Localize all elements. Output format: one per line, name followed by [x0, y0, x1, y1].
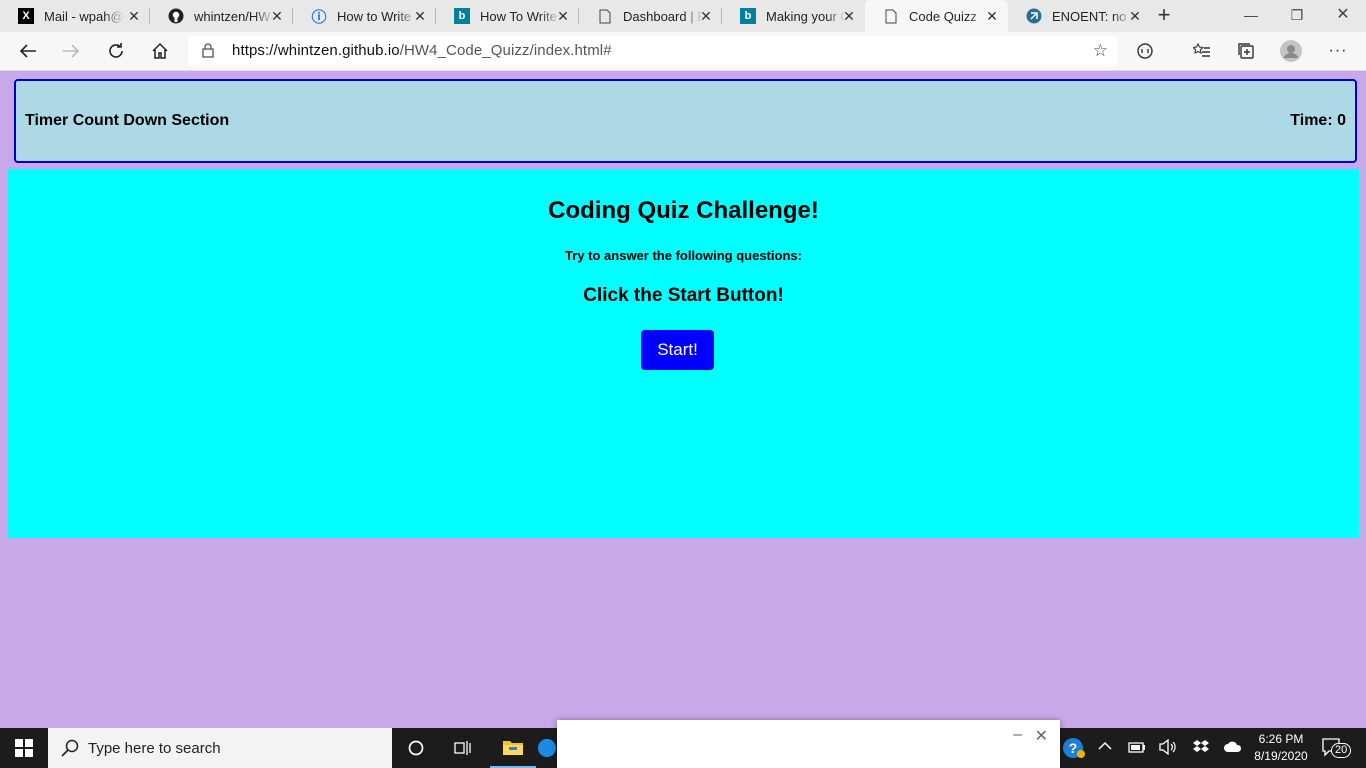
reading-view-icon[interactable] [1131, 38, 1159, 64]
tab-close-icon[interactable]: ✕ [1127, 8, 1143, 24]
timer-display: Time: 0 [1290, 112, 1346, 129]
restore-window-button[interactable]: ❐ [1274, 0, 1320, 32]
bing-icon: b [454, 8, 470, 24]
tab-close-icon[interactable]: ✕ [126, 8, 142, 24]
browser-tab[interactable]: ⓘ How to Write ✕ [293, 0, 436, 32]
cortana-icon[interactable] [393, 728, 439, 768]
profile-avatar-icon[interactable] [1277, 38, 1305, 64]
tab-close-icon[interactable]: ✕ [555, 8, 571, 24]
windows-start-button[interactable] [0, 728, 48, 768]
address-bar[interactable]: https://whintzen.github.io/HW4_Code_Quiz… [188, 36, 1118, 66]
onedrive-cloud-icon[interactable] [1223, 741, 1243, 756]
tab-title: Making your C [766, 8, 846, 24]
clock-date: 8/19/2020 [1254, 749, 1308, 763]
task-view-icon[interactable] [440, 728, 486, 768]
tab-title: How to Write [337, 8, 412, 24]
browser-tab[interactable]: Dashboard | B ✕ [579, 0, 722, 32]
settings-more-icon[interactable]: ··· [1324, 38, 1352, 64]
tab-title: Dashboard | B [623, 8, 703, 24]
new-tab-button[interactable]: + [1152, 4, 1176, 28]
forward-button[interactable] [57, 38, 85, 64]
url-host: https://whintzen.github.io [232, 42, 400, 59]
minimize-window-button[interactable]: — [1228, 0, 1274, 32]
tab-title: whintzen/HW4 [194, 8, 274, 24]
floating-popup-window[interactable]: – ✕ [557, 720, 1060, 768]
quiz-container: Coding Quiz Challenge! Try to answer the… [8, 169, 1359, 538]
back-button[interactable] [14, 38, 42, 64]
notification-count: 20 [1331, 743, 1352, 758]
url-path: /HW4_Code_Quizz/index.html# [399, 42, 612, 59]
tab-title: Mail - wpah@ [44, 8, 124, 24]
github-icon [168, 8, 184, 24]
page-icon [597, 8, 613, 24]
search-placeholder: Type here to search [88, 740, 221, 757]
browser-tab[interactable]: whintzen/HW4 ✕ [150, 0, 293, 32]
windows-logo-icon [15, 739, 33, 757]
browser-tab[interactable]: b Making your C ✕ [722, 0, 865, 32]
favorites-list-icon[interactable] [1188, 38, 1216, 64]
file-explorer-icon[interactable] [490, 728, 536, 768]
info-icon: ⓘ [311, 8, 327, 26]
search-icon [60, 738, 80, 763]
tab-close-icon[interactable]: ✕ [698, 8, 714, 24]
url-text: https://whintzen.github.io/HW4_Code_Quiz… [232, 42, 612, 59]
tab-title: Code Quizz [909, 8, 977, 24]
browser-toolbar: https://whintzen.github.io/HW4_Code_Quiz… [0, 32, 1366, 71]
browser-tab[interactable]: ENOENT: no s ✕ [1008, 0, 1151, 32]
refresh-button[interactable] [102, 38, 130, 64]
tab-close-icon[interactable]: ✕ [412, 8, 428, 24]
action-center-icon[interactable]: 20 [1320, 736, 1352, 760]
svg-text:?: ? [1069, 740, 1078, 756]
page-icon [883, 8, 899, 24]
browser-tab[interactable]: b How To Write ✕ [436, 0, 579, 32]
browser-tab-strip: X Mail - wpah@ ✕ whintzen/HW4 ✕ ⓘ How to… [0, 0, 1366, 32]
timer-section: Timer Count Down Section Time: 0 [14, 79, 1357, 163]
tab-title: How To Write [480, 8, 557, 24]
quiz-instruction: Click the Start Button! [583, 285, 784, 306]
help-icon[interactable]: ? [1062, 736, 1086, 763]
tab-close-icon[interactable]: ✕ [841, 8, 857, 24]
dropbox-icon[interactable] [1192, 739, 1210, 758]
power-battery-icon[interactable] [1128, 740, 1146, 757]
tab-title: ENOENT: no s [1052, 8, 1132, 24]
favorite-star-icon[interactable]: ☆ [1093, 41, 1108, 61]
chevron-up-icon[interactable] [1098, 740, 1112, 755]
popup-minimize-button[interactable]: – [1013, 726, 1022, 744]
browser-tab[interactable]: X Mail - wpah@ ✕ [0, 0, 150, 32]
home-button[interactable] [146, 38, 174, 64]
system-clock[interactable]: 6:26 PM 8/19/2020 [1246, 731, 1316, 765]
volume-icon[interactable] [1158, 738, 1178, 758]
timer-section-title: Timer Count Down Section [25, 112, 230, 129]
browser-tab-active[interactable]: Code Quizz ✕ [865, 0, 1008, 32]
quiz-subtitle: Try to answer the following questions: [565, 248, 802, 263]
close-window-button[interactable]: ✕ [1320, 0, 1366, 32]
popup-close-button[interactable]: ✕ [1035, 726, 1048, 746]
bing-icon: b [740, 8, 756, 24]
collections-icon[interactable] [1232, 38, 1260, 64]
tab-close-icon[interactable]: ✕ [269, 8, 285, 24]
start-button[interactable]: Start! [641, 330, 714, 370]
clock-time: 6:26 PM [1258, 732, 1304, 746]
taskbar-search-box[interactable]: Type here to search [48, 728, 392, 768]
edge-browser-icon[interactable] [537, 728, 557, 768]
x-mail-icon: X [18, 8, 34, 24]
lock-icon[interactable] [202, 43, 214, 63]
quiz-title: Coding Quiz Challenge! [548, 197, 819, 224]
stackblitz-icon [1026, 8, 1042, 24]
tab-close-icon[interactable]: ✕ [984, 8, 1000, 24]
